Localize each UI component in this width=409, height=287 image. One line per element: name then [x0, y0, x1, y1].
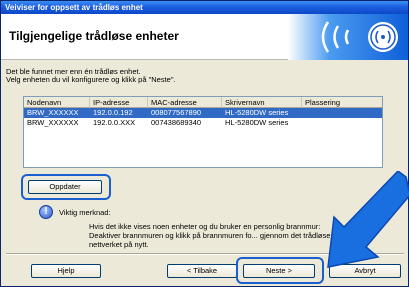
- intro-line-2: Velg enheten du vil konfigurere og klikk…: [6, 75, 176, 84]
- cell-location: [302, 108, 305, 118]
- table-row[interactable]: BRW_XXXXXX 192.0.0.XXX 007438689340 HL-5…: [24, 118, 382, 128]
- back-button[interactable]: < Tilbake: [167, 264, 237, 278]
- cell-mac: 007438689340: [151, 118, 202, 127]
- device-list-header: Nodenavn IP-adresse MAC-adresse Skrivern…: [24, 97, 382, 108]
- cell-printer: HL-5280DW series: [225, 108, 289, 117]
- window-title: Veiviser for oppsett av trådløs enhet: [1, 1, 408, 14]
- wizard-window: Veiviser for oppsett av trådløs enhet Ti…: [0, 0, 409, 287]
- column-header-ip[interactable]: IP-adresse: [90, 97, 148, 108]
- next-button[interactable]: Neste >: [243, 264, 315, 278]
- cell-ip: 192.0.0.XXX: [93, 118, 136, 127]
- cell-nodename: BRW_XXXXXX: [27, 108, 79, 117]
- wizard-header: Tilgjengelige trådløse enheter: [1, 14, 408, 60]
- table-row[interactable]: BRW_XXXXXX 192.0.0.192 008077567890 HL-5…: [24, 108, 382, 118]
- cell-mac: 008077567890: [151, 108, 202, 117]
- note-title: Viktig merknad:: [59, 208, 111, 217]
- column-header-mac[interactable]: MAC-adresse: [148, 97, 222, 108]
- intro-text: Det ble funnet mer enn én trådløs enhet.…: [6, 68, 176, 84]
- cell-ip: 192.0.0.192: [93, 108, 133, 117]
- note-text: Hvis det ikke vises noen enheter og du b…: [89, 222, 331, 249]
- column-header-printer[interactable]: Skrivernavn: [222, 97, 302, 108]
- info-icon: !: [39, 205, 53, 219]
- help-button[interactable]: Hjelp: [31, 264, 101, 278]
- pointer-arrow-icon: [327, 171, 409, 268]
- column-header-nodename[interactable]: Nodenavn: [24, 97, 90, 108]
- page-title: Tilgjengelige trådløse enheter: [9, 29, 179, 43]
- device-list[interactable]: Nodenavn IP-adresse MAC-adresse Skrivern…: [23, 96, 383, 168]
- cell-nodename: BRW_XXXXXX: [27, 118, 79, 127]
- refresh-button[interactable]: Oppdater: [28, 180, 102, 194]
- cell-printer: HL-5280DW series: [225, 118, 289, 127]
- cell-location: [302, 118, 305, 128]
- wifi-signal-icon: [288, 14, 408, 60]
- column-header-location[interactable]: Plassering: [302, 97, 384, 108]
